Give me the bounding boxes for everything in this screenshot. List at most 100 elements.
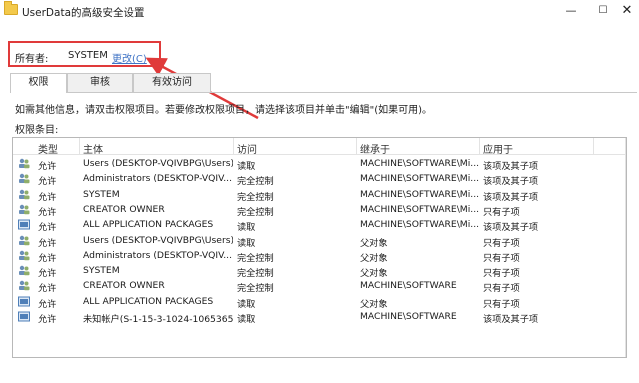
entry-type: 允许: [38, 176, 57, 188]
users-icon: [18, 250, 30, 261]
users-icon: [18, 158, 30, 169]
table-row[interactable]: 允许 Users (DESKTOP-VQIVBPG\Users) 读取 父对象 只有子项: [13, 233, 626, 249]
permission-entries-label: 权限条目:: [15, 125, 59, 136]
entry-applies-to: 只有子项: [483, 298, 520, 310]
entry-principal: SYSTEM: [83, 265, 120, 277]
entry-inherited-from: 父对象: [360, 268, 388, 280]
entry-type: 允许: [38, 268, 57, 280]
entry-inherited-from: MACHINE\SOFTWARE\Mi...: [360, 203, 480, 215]
owner-value: SYSTEM: [68, 50, 108, 61]
users-icon: [18, 265, 30, 276]
entry-principal: SYSTEM: [83, 188, 120, 200]
header-separator: [79, 138, 80, 155]
list-edge: [625, 138, 626, 357]
instructions-text: 如需其他信息，请双击权限项目。若要修改权限项目，请选择该项目并单击"编辑"(如果…: [15, 105, 433, 116]
table-row[interactable]: 允许 Administrators (DESKTOP-VQIV... 完全控制 MAC…: [13, 171, 626, 188]
entry-principal: CREATOR OWNER: [83, 280, 165, 292]
entry-inherited-from: MACHINE\SOFTWARE\Mi...: [360, 173, 480, 185]
tab-divider: [67, 92, 637, 93]
entry-access: 完全控制: [237, 206, 274, 218]
entry-inherited-from: MACHINE\SOFTWARE: [360, 280, 457, 292]
entry-access: 读取: [237, 222, 256, 234]
title-bar: UserData的高级安全设置 — ☐ ✕: [0, 0, 639, 24]
entry-principal: Administrators (DESKTOP-VQIV...: [83, 173, 232, 185]
entry-principal: ALL APPLICATION PACKAGES: [83, 295, 214, 307]
entry-access: 读取: [237, 298, 256, 310]
entry-access: 完全控制: [237, 252, 274, 264]
header-applies-to[interactable]: 应用于: [483, 141, 513, 156]
table-row[interactable]: 允许 CREATOR OWNER 完全控制 MACHINE\SOFTWARE\Mi..…: [13, 202, 626, 218]
tab-auditing[interactable]: 审核: [67, 73, 133, 92]
header-inherited-from[interactable]: 继承于: [360, 141, 390, 156]
header-separator: [479, 138, 480, 155]
entry-type: 允许: [38, 222, 57, 234]
entry-access: 完全控制: [237, 283, 274, 295]
table-row[interactable]: 允许 ALL APPLICATION PACKAGES 读取 父对象 只有子项: [13, 294, 626, 310]
tab-permissions[interactable]: 权限: [10, 73, 67, 93]
package-icon: [18, 219, 30, 230]
entry-access: 读取: [237, 237, 256, 249]
entry-type: 允许: [38, 191, 57, 203]
table-row[interactable]: 允许 Users (DESKTOP-VQIVBPG\Users) 读取 MACHINE…: [13, 156, 626, 172]
table-row[interactable]: 允许 ALL APPLICATION PACKAGES 读取 MACHINE\SOFT…: [13, 217, 626, 234]
owner-label: 所有者:: [15, 54, 49, 65]
folder-icon: [4, 1, 18, 15]
header-separator: [593, 138, 594, 155]
header-separator: [356, 138, 357, 155]
users-icon: [18, 204, 30, 215]
users-icon: [18, 280, 30, 291]
entry-applies-to: 只有子项: [483, 206, 520, 218]
table-row[interactable]: 允许 Administrators (DESKTOP-VQIV... 完全控制 父对象…: [13, 248, 626, 264]
entry-applies-to: 只有子项: [483, 237, 520, 249]
close-button[interactable]: ✕: [612, 0, 639, 22]
entry-type: 允许: [38, 161, 57, 172]
entry-inherited-from: MACHINE\SOFTWARE\Mi...: [360, 219, 480, 231]
entry-access: 读取: [237, 161, 256, 172]
entry-principal: ALL APPLICATION PACKAGES: [83, 219, 214, 231]
header-type[interactable]: 类型: [38, 141, 58, 156]
entry-applies-to: 只有子项: [483, 268, 520, 280]
users-icon: [18, 235, 30, 246]
entry-inherited-from: MACHINE\SOFTWARE: [360, 311, 457, 322]
package-icon: [18, 311, 30, 322]
entry-principal: 未知帐户(S-1-15-3-1024-1065365...: [83, 314, 233, 325]
entry-applies-to: 该项及其子项: [483, 176, 539, 188]
list-header: 类型 主体 访问 继承于 应用于: [13, 138, 626, 156]
entry-inherited-from: 父对象: [360, 298, 388, 310]
entry-applies-to: 该项及其子项: [483, 314, 539, 325]
header-principal[interactable]: 主体: [83, 141, 103, 156]
entry-access: 读取: [237, 314, 256, 325]
entry-inherited-from: 父对象: [360, 237, 388, 249]
users-icon: [18, 189, 30, 200]
entry-applies-to: 只有子项: [483, 252, 520, 264]
minimize-button[interactable]: —: [556, 0, 586, 22]
permission-entries-list[interactable]: 类型 主体 访问 继承于 应用于 允许 Users (DESKTOP-VQIVBP…: [12, 137, 627, 358]
entry-access: 完全控制: [237, 191, 274, 203]
entry-principal: Administrators (DESKTOP-VQIV...: [83, 249, 232, 261]
table-row[interactable]: 允许 CREATOR OWNER 完全控制 MACHINE\SOFTWARE 只有子项: [13, 278, 626, 295]
entry-applies-to: 该项及其子项: [483, 161, 539, 172]
entry-principal: Users (DESKTOP-VQIVBPG\Users): [83, 234, 233, 246]
entry-applies-to: 该项及其子项: [483, 191, 539, 203]
entry-inherited-from: 父对象: [360, 252, 388, 264]
entry-type: 允许: [38, 237, 57, 249]
entry-principal: CREATOR OWNER: [83, 203, 165, 215]
entry-type: 允许: [38, 314, 57, 325]
entry-type: 允许: [38, 283, 57, 295]
entry-type: 允许: [38, 252, 57, 264]
entry-access: 完全控制: [237, 176, 274, 188]
users-icon: [18, 173, 30, 184]
entry-principal: Users (DESKTOP-VQIVBPG\Users): [83, 158, 233, 169]
entry-type: 允许: [38, 206, 57, 218]
window-title: UserData的高级安全设置: [22, 7, 145, 19]
header-access[interactable]: 访问: [237, 141, 257, 156]
tab-effective-access[interactable]: 有效访问: [133, 73, 211, 92]
header-separator: [233, 138, 234, 155]
entry-applies-to: 该项及其子项: [483, 222, 539, 234]
table-row[interactable]: 允许 SYSTEM 完全控制 父对象 只有子项: [13, 263, 626, 280]
table-row[interactable]: 允许 未知帐户(S-1-15-3-1024-1065365... 读取 MACHINE…: [13, 309, 626, 325]
table-row[interactable]: 允许 SYSTEM 完全控制 MACHINE\SOFTWARE\Mi... 该项及其子项: [13, 187, 626, 203]
package-icon: [18, 296, 30, 307]
entry-inherited-from: MACHINE\SOFTWARE\Mi...: [360, 188, 480, 200]
change-owner-link[interactable]: 更改(C): [112, 50, 147, 65]
